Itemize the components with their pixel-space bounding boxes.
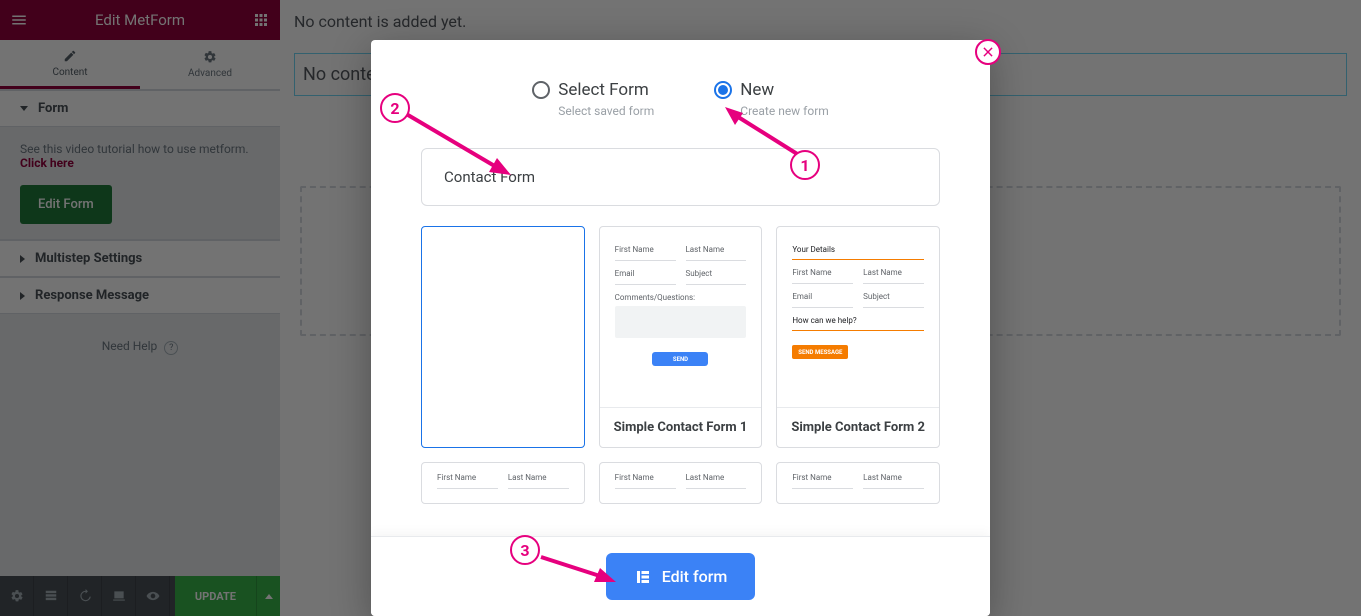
option-new-form[interactable]: New Create new form bbox=[714, 80, 829, 118]
template-card[interactable]: First NameLast Name bbox=[421, 462, 585, 504]
template-card[interactable]: First NameLast Name bbox=[776, 462, 940, 504]
elementor-icon bbox=[634, 568, 652, 586]
form-picker-modal: Select Form Select saved form New Create… bbox=[371, 40, 990, 616]
template-preview: First NameLast Name bbox=[600, 463, 762, 503]
template-preview bbox=[422, 227, 584, 447]
templates-area: First NameLast Name EmailSubject Comment… bbox=[371, 206, 990, 536]
radio-unchecked-icon bbox=[532, 81, 550, 99]
edit-form-submit-button[interactable]: Edit form bbox=[606, 553, 756, 600]
close-modal-button[interactable] bbox=[975, 39, 1001, 65]
template-preview: First NameLast Name EmailSubject Comment… bbox=[600, 227, 762, 407]
form-mode-picker: Select Form Select saved form New Create… bbox=[371, 40, 990, 138]
form-name-input[interactable] bbox=[421, 148, 940, 206]
template-blank[interactable] bbox=[421, 226, 585, 448]
template-simple-contact-2[interactable]: Your Details First NameLast Name EmailSu… bbox=[776, 226, 940, 448]
template-card[interactable]: First NameLast Name bbox=[599, 462, 763, 504]
radio-checked-icon bbox=[714, 81, 732, 99]
template-preview: Your Details First NameLast Name EmailSu… bbox=[777, 227, 939, 407]
template-simple-contact-1[interactable]: First NameLast Name EmailSubject Comment… bbox=[599, 226, 763, 448]
template-preview: First NameLast Name bbox=[422, 463, 584, 503]
option-select-form[interactable]: Select Form Select saved form bbox=[532, 80, 654, 118]
template-preview: First NameLast Name bbox=[777, 463, 939, 503]
form-name-field bbox=[421, 148, 940, 206]
modal-footer: Edit form bbox=[371, 536, 990, 616]
